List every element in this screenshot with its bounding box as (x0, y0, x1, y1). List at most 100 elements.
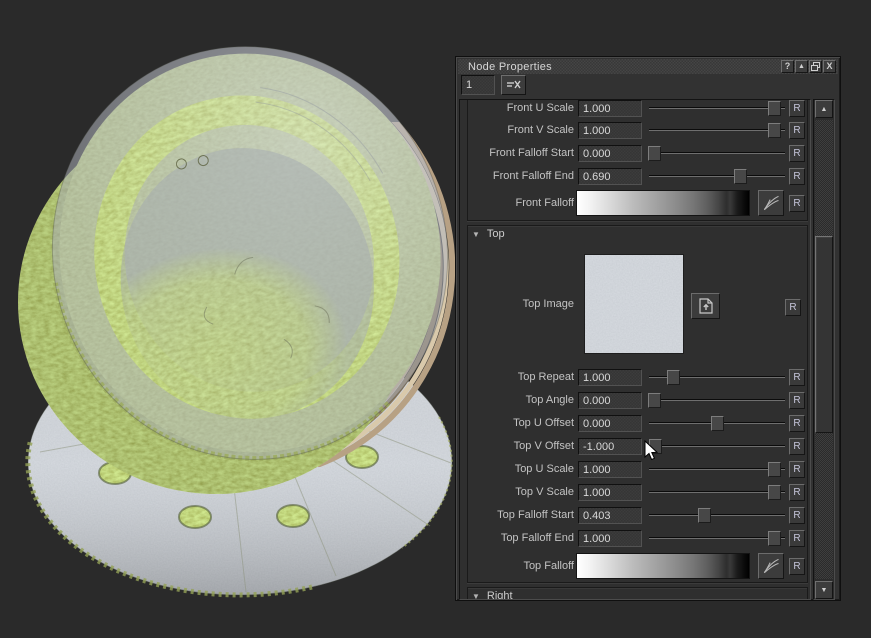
window-title: Node Properties (458, 61, 552, 73)
reset-button[interactable]: R (789, 122, 805, 139)
slider-handle[interactable] (768, 123, 781, 138)
collapse-triangle-icon: ▼ (472, 592, 480, 601)
row-front-falloff-gradient: Front Falloff R (460, 190, 810, 216)
curve-edit-button[interactable] (758, 553, 784, 579)
falloff-gradient[interactable] (576, 190, 750, 216)
slider-track[interactable] (648, 415, 786, 432)
value-input[interactable] (578, 392, 642, 409)
slider-track[interactable] (648, 369, 786, 386)
collapse-button[interactable]: ▲ (795, 60, 808, 73)
reset-button[interactable]: R (789, 168, 805, 185)
value-input[interactable] (578, 100, 642, 117)
node-properties-window: Node Properties ? ▲ X (455, 56, 841, 601)
top-image-thumbnail[interactable] (584, 254, 684, 354)
slider-track[interactable] (648, 145, 786, 162)
value-input[interactable] (578, 507, 642, 524)
slider-handle[interactable] (734, 169, 747, 184)
reset-button[interactable]: R (789, 100, 805, 117)
slider-track[interactable] (648, 530, 786, 547)
curve-icon (761, 193, 781, 213)
value-input[interactable] (578, 145, 642, 162)
slider-track[interactable] (648, 168, 786, 185)
reset-button[interactable]: R (789, 392, 805, 409)
slider-handle[interactable] (667, 370, 680, 385)
slider-track[interactable] (648, 484, 786, 501)
help-button[interactable]: ? (781, 60, 794, 73)
field-label: Top Repeat (460, 371, 574, 383)
collapse-triangle-icon: ▼ (472, 230, 480, 239)
slider-handle[interactable] (768, 531, 781, 546)
reset-button[interactable]: R (789, 530, 805, 547)
reset-button[interactable]: R (789, 438, 805, 455)
pin-button[interactable] (501, 75, 526, 95)
group-right (467, 587, 808, 600)
field-label: Top Falloff End (460, 532, 574, 544)
curve-icon (761, 556, 781, 576)
reset-button[interactable]: R (789, 507, 805, 524)
window-titlebar[interactable]: Node Properties ? ▲ X (458, 59, 838, 74)
value-input[interactable] (578, 438, 642, 455)
reset-button[interactable]: R (789, 558, 805, 575)
scrollbar-up-button[interactable]: ▲ (815, 100, 833, 118)
row-top-falloff-start: Top Falloff Start R (460, 507, 810, 524)
node-count-input[interactable] (461, 75, 495, 95)
value-input[interactable] (578, 484, 642, 501)
row-top-u-offset: Top U Offset R (460, 415, 810, 432)
slider-handle[interactable] (768, 101, 781, 116)
image-load-button[interactable] (691, 293, 720, 319)
restore-icon (811, 62, 820, 71)
slider-track[interactable] (648, 507, 786, 524)
slider-handle[interactable] (768, 485, 781, 500)
scrollbar-down-button[interactable]: ▼ (815, 581, 833, 599)
reset-button[interactable]: R (789, 461, 805, 478)
slider-groove (649, 537, 785, 539)
slider-track[interactable] (648, 100, 786, 117)
restore-button[interactable] (809, 60, 822, 73)
slider-groove (649, 468, 785, 470)
scrollbar-thumb[interactable] (815, 236, 833, 433)
reset-button[interactable]: R (789, 484, 805, 501)
row-top-falloff-gradient: Top Falloff R (460, 553, 810, 579)
viewport-3d-preview[interactable] (0, 0, 460, 638)
slider-handle[interactable] (711, 416, 724, 431)
slider-handle[interactable] (768, 462, 781, 477)
scrollbar[interactable]: ▲ ▼ (813, 99, 835, 600)
slider-track[interactable] (648, 122, 786, 139)
slider-track[interactable] (648, 438, 786, 455)
slider-groove (649, 445, 785, 447)
field-label: Front Falloff End (460, 170, 574, 182)
render-scene (0, 0, 460, 638)
curve-edit-button[interactable] (758, 190, 784, 216)
reset-button[interactable]: R (789, 415, 805, 432)
reset-button[interactable]: R (789, 195, 805, 212)
row-top-u-scale: Top U Scale R (460, 461, 810, 478)
section-header-right[interactable]: ▼ Right (472, 590, 513, 600)
load-image-icon (699, 298, 713, 314)
row-front-v-scale: Front V Scale R (460, 122, 810, 139)
slider-track[interactable] (648, 461, 786, 478)
value-input[interactable] (578, 415, 642, 432)
screen: Node Properties ? ▲ X (0, 0, 871, 638)
falloff-gradient[interactable] (576, 553, 750, 579)
reset-button[interactable]: R (789, 369, 805, 386)
field-label: Front Falloff Start (460, 147, 574, 159)
slider-track[interactable] (648, 392, 786, 409)
scrollbar-track[interactable] (815, 120, 833, 579)
slider-handle[interactable] (648, 393, 661, 408)
value-input[interactable] (578, 168, 642, 185)
value-input[interactable] (578, 122, 642, 139)
value-input[interactable] (578, 461, 642, 478)
value-input[interactable] (578, 530, 642, 547)
reset-button[interactable]: R (789, 145, 805, 162)
value-input[interactable] (578, 369, 642, 386)
section-header-top[interactable]: ▼ Top (472, 228, 505, 240)
reset-button[interactable]: R (785, 299, 801, 316)
slider-groove (649, 129, 785, 131)
section-title: Right (487, 590, 513, 600)
close-button[interactable]: X (823, 60, 836, 73)
row-front-falloff-start: Front Falloff Start R (460, 145, 810, 162)
slider-handle[interactable] (698, 508, 711, 523)
slider-handle[interactable] (648, 146, 661, 161)
field-label: Front Falloff (460, 197, 574, 209)
field-label: Top U Scale (460, 463, 574, 475)
